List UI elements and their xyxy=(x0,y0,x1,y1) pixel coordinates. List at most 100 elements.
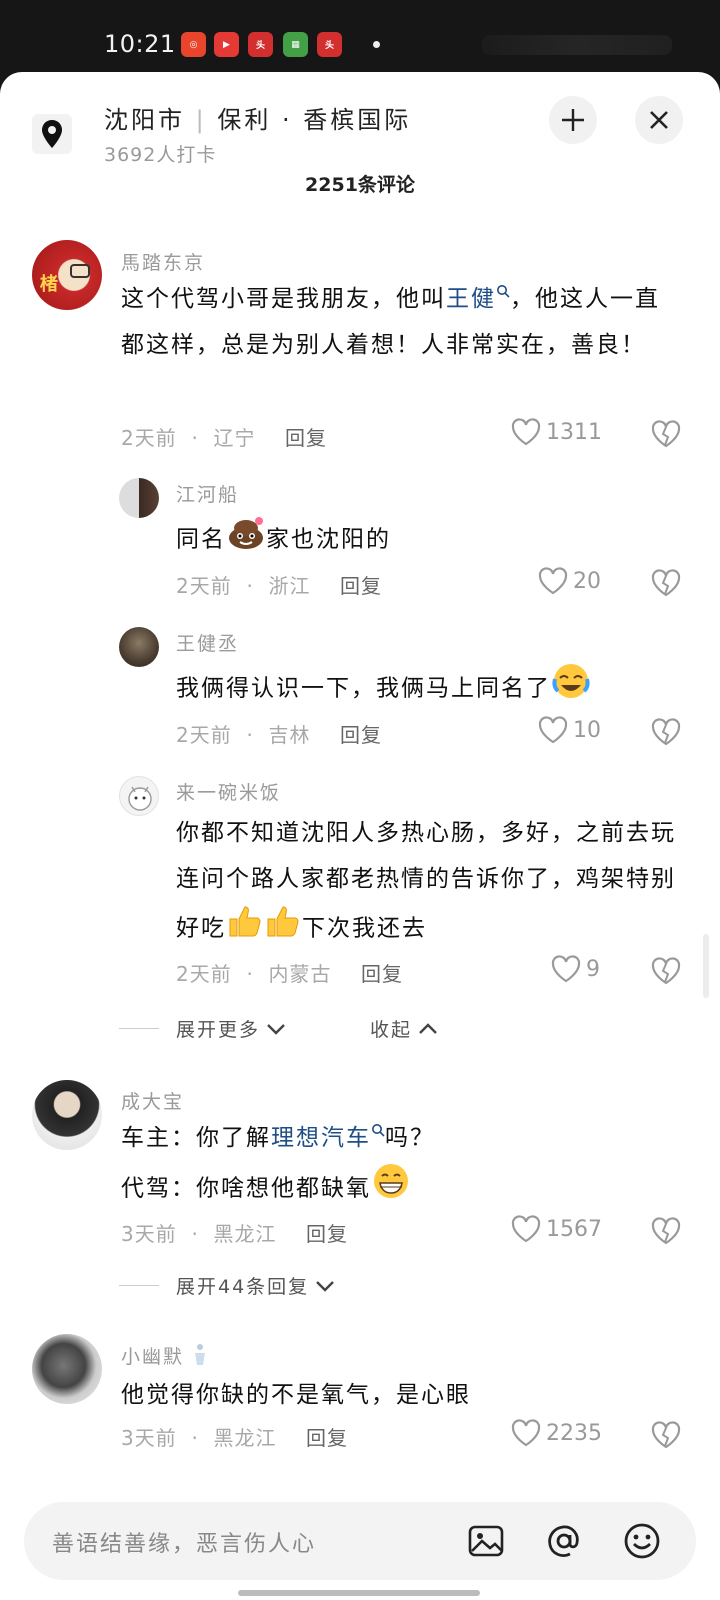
thumbs-up-icon xyxy=(226,902,264,956)
comment-username[interactable]: 来一碗米饭 xyxy=(176,778,281,805)
comment-username[interactable]: 王健丞 xyxy=(176,629,239,656)
image-icon[interactable] xyxy=(466,1521,506,1561)
poop-emoji-icon xyxy=(226,512,266,568)
comment-region: 辽宁 xyxy=(213,426,256,450)
divider xyxy=(119,1285,159,1286)
comment-time: 2天前 xyxy=(176,574,232,598)
like-button[interactable]: 1567 xyxy=(510,1214,602,1244)
avatar[interactable] xyxy=(119,627,159,667)
thumbs-up-icon xyxy=(264,902,302,956)
search-link-text[interactable]: 理想汽车 xyxy=(271,1125,371,1151)
chevron-up-icon xyxy=(419,1022,437,1034)
home-indicator[interactable] xyxy=(238,1590,480,1596)
avatar[interactable] xyxy=(32,1334,102,1404)
status-indicators xyxy=(482,35,672,55)
comment-username[interactable]: 小幽默 xyxy=(121,1342,208,1369)
reply-button[interactable]: 回复 xyxy=(306,1426,348,1450)
comment-meta: 2天前 · 内蒙古 回复 xyxy=(176,962,403,986)
comment-text-part: 同名 xyxy=(176,526,226,553)
checkin-count: 3692人打卡 xyxy=(104,144,217,166)
scrollbar-thumb[interactable] xyxy=(703,934,709,998)
comment-text: 同名 家也沈阳的 xyxy=(176,512,676,568)
comment-time: 3天前 xyxy=(121,1426,177,1450)
emoji-icon[interactable] xyxy=(622,1521,662,1561)
minimize-button[interactable] xyxy=(549,96,597,144)
search-icon xyxy=(372,1124,385,1137)
crying-laughing-emoji-icon xyxy=(551,661,591,717)
like-button[interactable]: 10 xyxy=(537,715,601,745)
comment-region: 浙江 xyxy=(268,574,311,598)
comment-time: 2天前 xyxy=(121,426,177,450)
heart-icon xyxy=(511,1215,541,1243)
search-icon xyxy=(497,285,510,298)
comment-text-part: 我俩得认识一下，我俩马上同名了 xyxy=(176,675,551,702)
comment-text: 车主：你了解理想汽车 吗？ 代驾：你啥想他都缺氧 xyxy=(121,1115,681,1217)
comment-time: 2天前 xyxy=(176,962,232,986)
chevron-down-icon xyxy=(267,1023,285,1035)
heart-icon xyxy=(538,716,568,744)
broken-heart-icon[interactable] xyxy=(650,568,682,598)
comment-meta: 2天前 · 吉林 回复 xyxy=(176,723,382,747)
like-count: 1311 xyxy=(546,419,602,445)
broken-heart-icon[interactable] xyxy=(650,419,682,449)
comment-time: 2天前 xyxy=(176,723,232,747)
reply-button[interactable]: 回复 xyxy=(361,962,403,986)
comment-text: 你都不知道沈阳人多热心肠，多好，之前去玩连问个路人家都老热情的告诉你了，鸡架特别… xyxy=(176,810,681,956)
broken-heart-icon[interactable] xyxy=(650,717,682,747)
comments-sheet: 沈阳市 | 保利 · 香槟国际 3692人打卡 2251条评论 楮 馬踏东京 这… xyxy=(0,72,720,1600)
reply-button[interactable]: 回复 xyxy=(340,574,382,598)
location-pin-icon[interactable] xyxy=(32,114,72,154)
comment-username[interactable]: 馬踏东京 xyxy=(121,248,205,275)
collapse-label: 收起 xyxy=(370,1019,413,1041)
avatar[interactable] xyxy=(119,776,159,816)
like-count: 2235 xyxy=(546,1420,602,1446)
like-button[interactable]: 2235 xyxy=(510,1418,602,1448)
location-title[interactable]: 沈阳市 | 保利 · 香槟国际 xyxy=(104,100,411,135)
comment-username[interactable]: 江河船 xyxy=(176,480,239,507)
title-divider: | xyxy=(185,106,218,134)
collapse-button[interactable]: 收起 xyxy=(370,1015,438,1042)
reply-button[interactable]: 回复 xyxy=(306,1222,348,1246)
avatar-glasses xyxy=(70,264,90,278)
broken-heart-icon[interactable] xyxy=(650,1216,682,1246)
expand-replies-label: 展开44条回复 xyxy=(176,1276,310,1298)
like-button[interactable]: 20 xyxy=(537,566,601,596)
close-icon xyxy=(650,111,668,129)
like-count: 9 xyxy=(586,956,600,982)
comment-text-part: 吗？ xyxy=(385,1125,435,1151)
avatar[interactable] xyxy=(119,478,159,518)
comment-input-placeholder: 善语结善缘，恶言伤人心 xyxy=(52,1532,317,1557)
like-button[interactable]: 1311 xyxy=(510,417,602,447)
comment-text-part: 这个代驾小哥是我朋友，他叫 xyxy=(121,286,446,312)
broken-heart-icon[interactable] xyxy=(650,1420,682,1450)
news-notification-icon-2: 头 xyxy=(317,32,342,57)
comment-text-part: 家也沈阳的 xyxy=(266,526,391,553)
comment-username[interactable]: 成大宝 xyxy=(121,1087,184,1114)
close-button[interactable] xyxy=(635,96,683,144)
search-link-lixiang[interactable]: 理想汽车 xyxy=(271,1124,385,1151)
search-link-wangjian[interactable]: 王健 xyxy=(446,285,510,312)
reply-button[interactable]: 回复 xyxy=(285,426,327,450)
search-link-text[interactable]: 王健 xyxy=(446,286,496,312)
heart-icon xyxy=(538,567,568,595)
like-button[interactable]: 9 xyxy=(550,954,600,984)
figure-emoji-icon xyxy=(195,1344,206,1365)
expand-more-label: 展开更多 xyxy=(176,1019,261,1041)
avatar[interactable]: 楮 xyxy=(32,240,102,310)
comment-region: 黑龙江 xyxy=(213,1426,277,1450)
comment-input[interactable]: 善语结善缘，恶言伤人心 xyxy=(24,1502,696,1580)
expand-more-button[interactable]: 展开更多 xyxy=(176,1015,286,1042)
comment-region: 黑龙江 xyxy=(213,1222,277,1246)
at-icon[interactable] xyxy=(544,1521,584,1561)
reply-button[interactable]: 回复 xyxy=(340,723,382,747)
expand-replies-button[interactable]: 展开44条回复 xyxy=(176,1272,335,1299)
avatar[interactable] xyxy=(32,1080,102,1150)
comment-text: 我俩得认识一下，我俩马上同名了 xyxy=(176,661,676,717)
divider xyxy=(119,1028,159,1029)
comment-text: 这个代驾小哥是我朋友，他叫王健 ，他这人一直都这样，总是为别人着想！人非常实在，善… xyxy=(121,276,681,368)
heart-icon xyxy=(551,955,581,983)
location-city: 沈阳市 xyxy=(104,106,185,134)
broken-heart-icon[interactable] xyxy=(650,956,682,986)
more-notifications-dot xyxy=(373,41,380,48)
comment-region: 吉林 xyxy=(268,723,311,747)
